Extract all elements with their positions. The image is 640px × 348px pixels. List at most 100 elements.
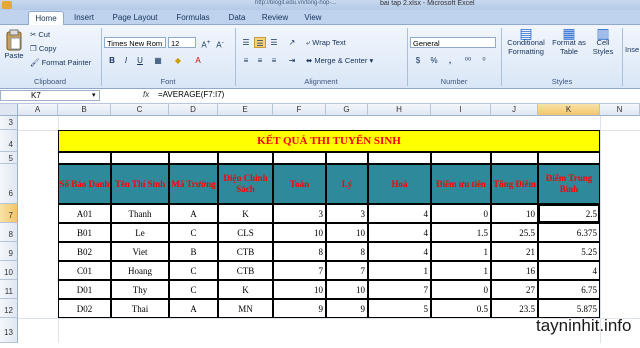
empty-cell[interactable] (491, 152, 538, 164)
grow-font-icon[interactable]: A+ (200, 37, 212, 50)
fill-color-icon[interactable]: ◆ (172, 55, 184, 66)
header-cell-tong-diem[interactable]: Tổng Điểm (491, 164, 538, 204)
column-header[interactable]: H (368, 104, 431, 116)
table-cell[interactable]: Viet (111, 242, 169, 261)
table-cell[interactable]: 10 (326, 280, 368, 299)
font-size-box[interactable]: 12 (168, 37, 196, 48)
header-cell-diem-trung-binh[interactable]: Điểm Trung Bình (538, 164, 600, 204)
empty-cell[interactable] (326, 152, 368, 164)
formula-input[interactable]: =AVERAGE(F7:I7) (158, 90, 224, 99)
table-cell[interactable]: A (169, 299, 218, 318)
paste-button[interactable]: Paste (2, 29, 26, 60)
table-cell[interactable]: 1 (431, 242, 491, 261)
align-middle-icon[interactable]: ☰ (254, 37, 266, 48)
table-cell[interactable]: C (169, 223, 218, 242)
table-cell[interactable]: Thy (111, 280, 169, 299)
table-cell[interactable]: CTB (218, 261, 273, 280)
tab-page-layout[interactable]: Page Layout (106, 11, 164, 24)
select-all-corner[interactable] (0, 104, 18, 116)
table-cell[interactable]: 6.75 (538, 280, 600, 299)
table-cell[interactable]: 0 (431, 204, 491, 223)
align-right-icon[interactable]: ≡ (268, 55, 280, 66)
table-cell[interactable]: 2.5 (538, 204, 600, 223)
tab-insert[interactable]: Insert (66, 11, 102, 24)
table-cell[interactable]: 4 (368, 204, 431, 223)
table-cell[interactable]: 4 (368, 223, 431, 242)
empty-cell[interactable] (368, 152, 431, 164)
column-header[interactable]: B (58, 104, 111, 116)
table-cell[interactable]: 3 (273, 204, 326, 223)
header-cell-hoa[interactable]: Hoá (368, 164, 431, 204)
copy-button[interactable]: ❐ Copy (30, 44, 56, 53)
table-cell[interactable]: Le (111, 223, 169, 242)
table-cell[interactable]: 25.5 (491, 223, 538, 242)
wrap-text-button[interactable]: ⤶ Wrap Text (306, 38, 346, 48)
table-cell[interactable]: A01 (58, 204, 111, 223)
row-header[interactable]: 5 (0, 152, 18, 164)
tab-home[interactable]: Home (28, 11, 64, 25)
orientation-icon[interactable]: ↗ (286, 37, 298, 48)
table-cell[interactable]: Thai (111, 299, 169, 318)
table-cell[interactable]: 1 (368, 261, 431, 280)
empty-cell[interactable] (169, 152, 218, 164)
merge-center-button[interactable]: ⬌ Merge & Center ▾ (306, 56, 373, 65)
insert-button[interactable]: Inse (625, 45, 639, 54)
empty-cell[interactable] (431, 152, 491, 164)
column-header[interactable]: G (326, 104, 368, 116)
column-header[interactable]: C (111, 104, 169, 116)
empty-cell[interactable] (538, 152, 600, 164)
underline-button[interactable]: U (134, 55, 146, 66)
empty-cell[interactable] (218, 152, 273, 164)
table-cell[interactable]: 7 (368, 280, 431, 299)
tab-formulas[interactable]: Formulas (168, 11, 218, 24)
table-cell[interactable]: 3 (326, 204, 368, 223)
table-cell[interactable]: 0.5 (431, 299, 491, 318)
table-cell[interactable]: 10 (273, 223, 326, 242)
table-cell[interactable]: B02 (58, 242, 111, 261)
table-cell[interactable]: 10 (326, 223, 368, 242)
header-cell-ten-thi-sinh[interactable]: Tên Thí Sinh (111, 164, 169, 204)
column-header[interactable]: I (431, 104, 491, 116)
empty-cell[interactable] (58, 152, 111, 164)
table-cell[interactable]: Hoang (111, 261, 169, 280)
table-cell[interactable]: C (169, 280, 218, 299)
align-center-icon[interactable]: ≡ (254, 55, 266, 66)
table-cell[interactable]: D02 (58, 299, 111, 318)
format-as-table-button[interactable]: ▦ Format as Table (552, 26, 586, 56)
currency-button[interactable]: $ (412, 55, 424, 66)
row-header[interactable]: 9 (0, 242, 18, 261)
bold-button[interactable]: B (106, 55, 118, 66)
table-cell[interactable]: 21 (491, 242, 538, 261)
table-cell[interactable]: B01 (58, 223, 111, 242)
header-cell-dien-chinh-sach[interactable]: Diện Chính Sách (218, 164, 273, 204)
table-cell[interactable]: 4 (538, 261, 600, 280)
italic-button[interactable]: I (120, 55, 132, 66)
column-header[interactable]: E (218, 104, 273, 116)
row-header[interactable]: 12 (0, 299, 18, 318)
format-painter-button[interactable]: 🖌 Format Painter (30, 58, 91, 67)
column-header[interactable]: A (18, 104, 58, 116)
column-header[interactable]: D (169, 104, 218, 116)
decrease-decimal-icon[interactable]: ⁰ (478, 55, 490, 66)
row-header[interactable]: 4 (0, 130, 18, 152)
table-cell[interactable]: CLS (218, 223, 273, 242)
table-cell[interactable]: 23.5 (491, 299, 538, 318)
tab-view[interactable]: View (298, 11, 328, 24)
align-left-icon[interactable]: ≡ (240, 55, 252, 66)
table-cell[interactable]: 1.5 (431, 223, 491, 242)
row-header[interactable]: 13 (0, 318, 18, 343)
shrink-font-icon[interactable]: A- (214, 37, 226, 50)
table-cell[interactable]: 0 (431, 280, 491, 299)
table-cell[interactable]: 27 (491, 280, 538, 299)
table-cell[interactable]: 7 (273, 261, 326, 280)
cell-styles-button[interactable]: ▥ Cell Styles (590, 26, 616, 56)
percent-button[interactable]: % (428, 55, 440, 66)
table-cell[interactable]: 9 (326, 299, 368, 318)
sheet-title-cell[interactable]: KẾT QUẢ THI TUYỂN SINH (58, 130, 600, 152)
header-cell-ma-truong[interactable]: Mã Trường (169, 164, 218, 204)
comma-button[interactable]: , (444, 55, 456, 66)
table-cell[interactable]: 8 (273, 242, 326, 261)
table-cell[interactable]: K (218, 280, 273, 299)
table-cell[interactable]: Thanh (111, 204, 169, 223)
table-cell[interactable]: 7 (326, 261, 368, 280)
